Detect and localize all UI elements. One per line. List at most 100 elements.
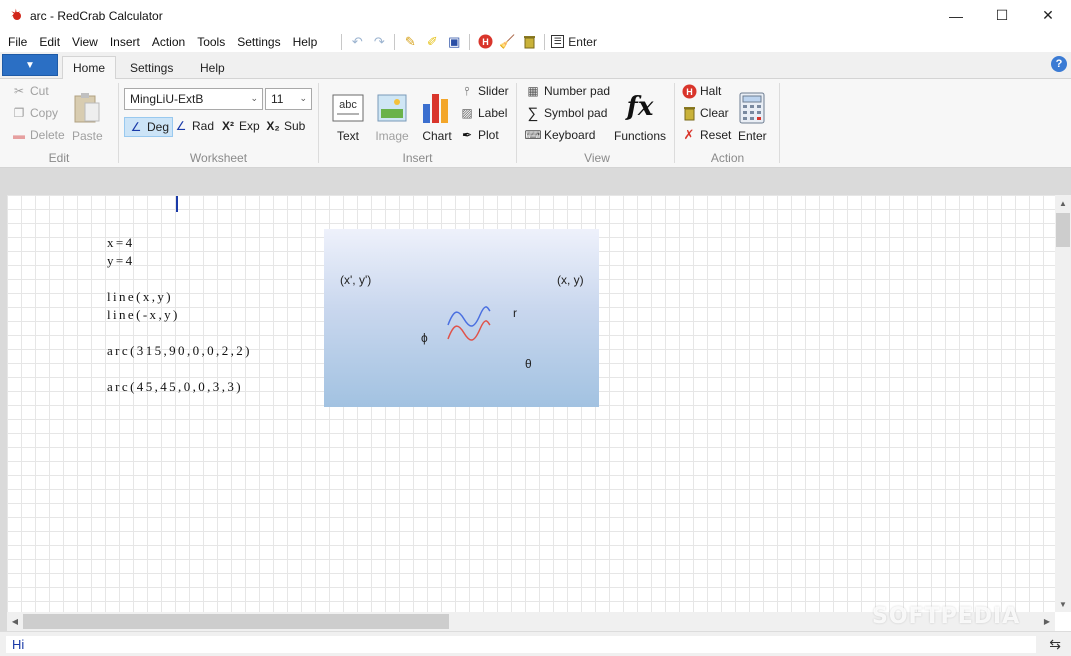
reset-label: Reset	[700, 128, 732, 142]
menu-action[interactable]: Action	[146, 35, 191, 49]
menu-help[interactable]: Help	[287, 35, 324, 49]
keyboard-icon: ⌨	[524, 128, 542, 142]
group-label-view: View	[584, 151, 610, 165]
text-label: Text	[336, 129, 359, 143]
chart-button[interactable]: Chart	[420, 89, 454, 143]
group-label-worksheet: Worksheet	[189, 151, 248, 165]
enter-label: Enter	[568, 34, 597, 49]
label-button[interactable]: ▨ Label	[459, 105, 507, 121]
app-icon[interactable]	[10, 6, 24, 23]
clear-label: Clear	[700, 106, 729, 120]
sigma-icon: ∑	[527, 104, 539, 122]
paste-button[interactable]: Paste	[72, 91, 103, 143]
text-button[interactable]: abc Text	[331, 91, 365, 143]
slider-icon: ⫯	[464, 83, 470, 98]
chevron-down-icon: ⌄	[299, 93, 307, 103]
tab-help[interactable]: Help	[190, 56, 235, 80]
deg-label: Deg	[147, 120, 170, 134]
menu-settings[interactable]: Settings	[231, 35, 286, 49]
help-icon[interactable]: ?	[1051, 56, 1067, 72]
number-pad-icon: ▦	[527, 84, 539, 98]
deg-button[interactable]: ∠ Deg	[124, 117, 174, 137]
symbol-pad-label: Symbol pad	[544, 106, 608, 120]
menu-insert[interactable]: Insert	[104, 35, 146, 49]
broom-icon[interactable]: 🧹	[496, 33, 518, 51]
plot-label-theta: θ	[525, 357, 532, 371]
menu-bar: File Edit View Insert Action Tools Setti…	[0, 31, 1071, 52]
group-insert: abc Text Image Chart ⫯ Slider ▨ Label ✒ …	[319, 79, 516, 168]
delete-label: Delete	[30, 128, 65, 142]
horizontal-scroll-thumb[interactable]	[23, 614, 449, 629]
vertical-scroll-thumb[interactable]	[1056, 213, 1070, 247]
delete-button[interactable]: ▬ Delete	[11, 127, 65, 143]
save-icon[interactable]: ▣	[443, 33, 465, 51]
clear-button[interactable]: Clear	[681, 105, 729, 121]
font-size-select[interactable]: 11 ⌄	[265, 88, 312, 110]
slider-button[interactable]: ⫯ Slider	[459, 83, 508, 99]
open-icon[interactable]: ✎	[399, 33, 421, 51]
halt-icon[interactable]: H	[474, 33, 496, 51]
cut-button[interactable]: ✂ Cut	[11, 83, 49, 99]
vertical-scrollbar[interactable]: ▲ ▼	[1055, 195, 1071, 612]
watermark: SOFTPEDIA	[872, 604, 1021, 629]
keyboard-button[interactable]: ⌨ Keyboard	[524, 127, 595, 143]
sub-button[interactable]: X₂ Sub	[265, 118, 305, 134]
chart-icon	[420, 89, 454, 125]
redo-icon[interactable]: ↷	[368, 33, 390, 51]
enter-ribbon-label: Enter	[738, 129, 767, 143]
scroll-right-icon[interactable]: ▶	[1039, 612, 1055, 631]
new-icon[interactable]: ✐	[421, 33, 443, 51]
title-bar: arc - RedCrab Calculator — ☐ ✕	[0, 0, 1071, 31]
swap-icon[interactable]: ⇆	[1049, 636, 1061, 653]
app-menu-button[interactable]: ▼	[2, 54, 58, 76]
scroll-down-icon[interactable]: ▼	[1055, 596, 1071, 612]
window-title: arc - RedCrab Calculator	[30, 8, 163, 23]
scroll-up-icon[interactable]: ▲	[1055, 195, 1071, 211]
functions-label: Functions	[614, 129, 667, 143]
menu-edit[interactable]: Edit	[33, 35, 66, 49]
symbol-pad-button[interactable]: ∑ Symbol pad	[525, 104, 608, 122]
angle-icon: ∠	[175, 119, 187, 133]
paste-label: Paste	[72, 129, 103, 143]
minimize-button[interactable]: —	[933, 0, 979, 31]
enter-icon: ☰	[551, 35, 565, 48]
divider	[779, 83, 780, 163]
number-pad-button[interactable]: ▦ Number pad	[525, 83, 610, 99]
superscript-icon: X²	[222, 119, 234, 133]
worksheet-canvas[interactable]: x=4 y=4 line(x,y) line(-x,y) arc(315,90,…	[7, 195, 1055, 612]
chart-label: Chart	[422, 129, 452, 143]
rad-button[interactable]: ∠ Rad	[173, 118, 214, 134]
worksheet-code[interactable]: x=4 y=4 line(x,y) line(-x,y) arc(315,90,…	[107, 234, 252, 396]
exp-button[interactable]: X² Exp	[220, 118, 260, 134]
trash-icon	[681, 105, 697, 121]
cut-label: Cut	[30, 84, 49, 98]
undo-icon[interactable]: ↶	[346, 33, 368, 51]
paste-icon	[72, 91, 102, 125]
left-margin	[0, 195, 7, 631]
halt-button[interactable]: H Halt	[681, 83, 721, 99]
menu-view[interactable]: View	[66, 35, 104, 49]
label-icon: ▨	[461, 106, 473, 120]
menu-file[interactable]: File	[0, 35, 33, 49]
plot-button[interactable]: ✒ Plot	[459, 127, 499, 143]
reset-button[interactable]: ✗ Reset	[681, 127, 732, 143]
font-select[interactable]: MingLiU-ExtB ⌄	[124, 88, 263, 110]
enter-button[interactable]: ☰ Enter	[551, 35, 597, 49]
scroll-left-icon[interactable]: ◀	[7, 612, 23, 631]
maximize-button[interactable]: ☐	[979, 0, 1025, 31]
plot-preview[interactable]: (x', y') (x, y) r ϕ θ	[324, 229, 599, 407]
close-button[interactable]: ✕	[1025, 0, 1071, 31]
tab-home[interactable]: Home	[62, 56, 117, 80]
copy-button[interactable]: ❐ Copy	[11, 105, 58, 121]
trash-icon[interactable]	[518, 33, 540, 51]
enter-ribbon-button[interactable]: Enter	[738, 91, 767, 143]
menu-tools[interactable]: Tools	[191, 35, 231, 49]
functions-button[interactable]: fx Functions	[614, 89, 666, 143]
image-button[interactable]: Image	[375, 91, 409, 143]
plot-label-point: (x, y)	[557, 273, 584, 287]
divider	[394, 33, 396, 50]
status-input[interactable]: Hi	[6, 636, 1036, 653]
group-action: H Halt Clear ✗ Reset Enter Action	[675, 79, 780, 168]
tab-settings[interactable]: Settings	[120, 56, 183, 80]
image-icon	[375, 91, 409, 125]
